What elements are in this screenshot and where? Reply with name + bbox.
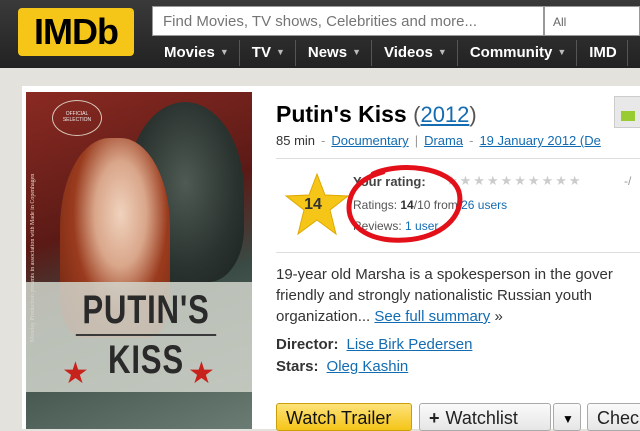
genre-documentary-link[interactable]: Documentary [331,133,408,148]
page-title: Putin's Kiss (2012) [276,101,477,128]
director-label: Director: [276,336,339,353]
nav-videos-label: Videos [383,44,433,61]
movie-poster[interactable]: Monday Production presents in associatio… [26,92,252,429]
search-input[interactable] [161,12,535,31]
movie-year: (2012) [413,102,477,127]
summary-line: friendly and strongly nationalistic Russ… [276,287,593,304]
see-full-summary-link[interactable]: See full summary [374,308,490,325]
year-link[interactable]: 2012 [420,102,469,127]
red-star-icon: ★ [188,357,215,390]
nav-news-label: News [307,44,348,61]
summary-line-3: organization... See full summary » [276,306,640,327]
search-box[interactable] [152,6,544,36]
divider [276,158,640,159]
runtime: 85 min [276,133,316,148]
nav-tv[interactable]: TV ▼ [240,40,296,66]
nav-movies[interactable]: Movies ▼ [152,40,240,66]
plus-icon: + [429,408,440,428]
nav-imdb-pro-label: IMD [589,44,617,61]
red-star-icon: ★ [62,357,89,390]
poster-divider [75,334,217,336]
ratings-users-link[interactable]: 26 users [461,198,507,212]
top-bar: IMDb All Movies ▼ TV ▼ News ▼ Videos ▼ Commu… [0,0,640,68]
movie-title: Putin's Kiss [276,101,407,127]
main-nav: Movies ▼ TV ▼ News ▼ Videos ▼ Community ▼ IMD [152,40,628,66]
nav-movies-label: Movies [164,44,215,61]
nav-videos[interactable]: Videos ▼ [372,40,458,66]
nav-community-label: Community [469,44,553,61]
title-meta: 85 min - Documentary | Drama -19 January 2012… [276,133,601,148]
search-scope-select[interactable]: All [544,6,640,36]
photo-thumbnail[interactable] [614,96,640,128]
director-link[interactable]: Lise Birk Pedersen [347,336,473,353]
watch-trailer-button[interactable]: Watch Trailer [276,403,412,431]
rating-value: 14 [304,196,322,213]
chevron-down-icon: ▼ [219,47,229,57]
chevron-down-icon: ▼ [352,47,361,57]
nav-news[interactable]: News ▼ [296,40,372,66]
director-row: Director: Lise Birk Pedersen [276,336,472,353]
rating-max: -/ [624,174,632,188]
caret-down-icon: ▼ [562,412,574,426]
nav-tv-label: TV [251,44,271,61]
separator: | [414,133,419,148]
check-in-button[interactable]: Chec [587,403,640,431]
watchlist-label: Watchlist [445,408,518,428]
nav-community[interactable]: Community ▼ [458,40,578,66]
separator: - [469,133,474,148]
divider [276,252,640,253]
year-close: ) [469,102,477,127]
imdb-logo[interactable]: IMDb [18,8,134,56]
poster-title-line1: PUTIN'S [82,288,210,332]
red-circle-annotation [346,165,463,243]
raquo: » [494,308,503,325]
chevron-down-icon: ▼ [275,47,285,57]
summary-line: organization... [276,308,371,325]
laurel-icon: OFFICIAL SELECTION [52,100,102,136]
watchlist-button[interactable]: + Watchlist [419,403,551,431]
nav-imdb-pro[interactable]: IMD [577,40,628,66]
separator: - [321,133,326,148]
plot-summary: 19-year old Marsha is a spokesperson in … [276,264,640,327]
star-link[interactable]: Oleg Kashin [327,358,409,375]
summary-line: 19-year old Marsha is a spokesperson in … [276,266,613,283]
chevron-down-icon: ▼ [557,47,567,57]
user-rating-stars[interactable]: ★★★★★★★★★★ [446,173,583,189]
chevron-down-icon: ▼ [437,47,447,57]
stars-row: Stars: Oleg Kashin [276,358,408,375]
stars-label: Stars: [276,358,319,375]
genre-drama-link[interactable]: Drama [424,133,463,148]
watchlist-dropdown-button[interactable]: ▼ [553,403,581,431]
release-date-link[interactable]: 19 January 2012 (De [479,133,600,148]
